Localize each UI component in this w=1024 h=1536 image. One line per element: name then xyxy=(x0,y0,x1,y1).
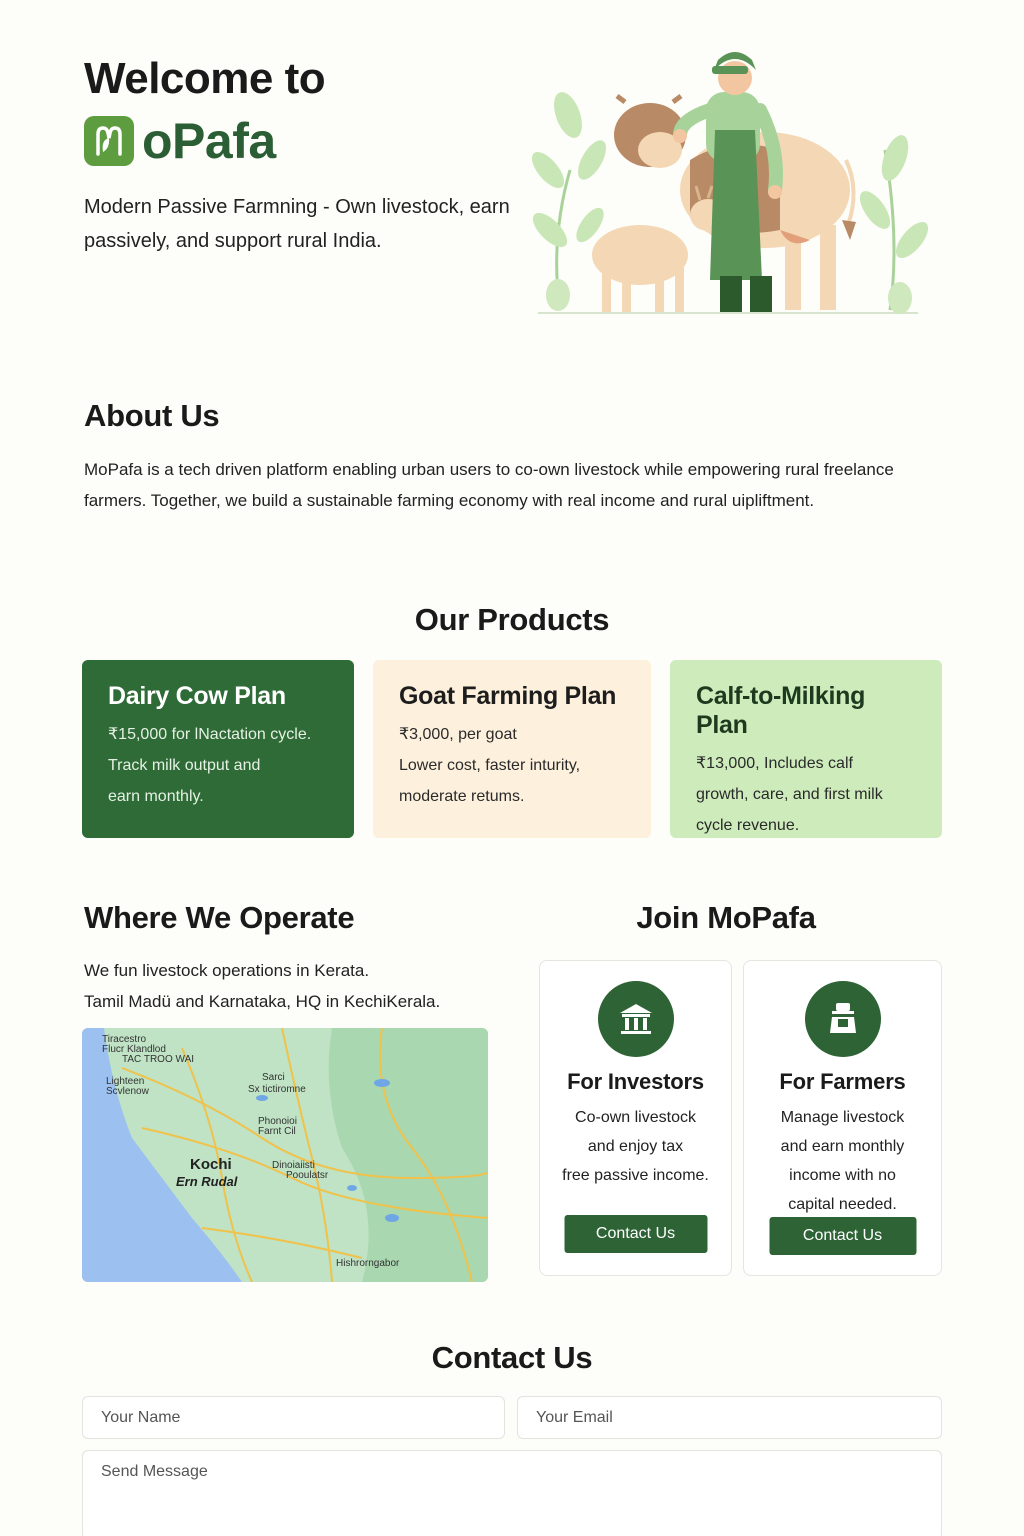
product-line: moderate retums. xyxy=(399,788,525,805)
product-card-calf-to-milking[interactable]: Calf-to-Milking Plan ₹13,000, Includes c… xyxy=(670,660,942,838)
name-input[interactable] xyxy=(82,1396,505,1439)
map-label: Sx tictiromne xyxy=(248,1084,306,1095)
operate-line: Tamil Madü and Karnataka, HQ in KechiKer… xyxy=(84,992,441,1011)
product-line: cycle revenue. xyxy=(696,817,800,834)
map-label: Sarci xyxy=(262,1072,285,1083)
product-line: Track milk output and xyxy=(108,757,261,774)
operate-heading: Where We Operate xyxy=(84,900,355,935)
investors-title: For Investors xyxy=(567,1069,704,1094)
message-textarea[interactable] xyxy=(82,1450,942,1536)
farmers-line: capital needed. xyxy=(788,1196,897,1213)
product-line: earn monthly. xyxy=(108,788,204,805)
product-card-dairy-cow[interactable]: Dairy Cow Plan ₹15,000 for lNactation cy… xyxy=(82,660,354,838)
map-graphic xyxy=(82,1028,488,1282)
map-label: Hishrorngabor xyxy=(336,1258,400,1269)
join-heading: Join MoPafa xyxy=(636,900,816,935)
operate-line: We fun livestock operations in Kerata. xyxy=(84,961,370,980)
product-line: growth, care, and first milk xyxy=(696,786,883,803)
farmers-card: For Farmers Manage livestock and earn mo… xyxy=(743,960,942,1276)
product-line: ₹3,000, per goat xyxy=(399,726,517,743)
map-label: Pooulatsr xyxy=(286,1170,329,1181)
operate-text: We fun livestock operations in Kerata. T… xyxy=(84,955,524,1017)
investors-line: free passive income. xyxy=(562,1167,709,1184)
brand-name: oPafa xyxy=(142,113,276,169)
farmer-icon xyxy=(804,981,881,1057)
investors-line: Co-own livestock xyxy=(575,1109,696,1126)
product-title: Goat Farming Plan xyxy=(399,682,617,710)
product-line: Lower cost, faster inturity, xyxy=(399,757,581,774)
investors-line: and enjoy tax xyxy=(587,1138,684,1155)
farmers-line: and earn monthly xyxy=(780,1138,905,1155)
about-text: MoPafa is a tech driven platform enablin… xyxy=(84,460,894,510)
investors-card: For Investors Co-own livestock and enjoy… xyxy=(539,960,732,1276)
product-line: ₹13,000, Includes calf xyxy=(696,755,853,772)
products-heading: Our Products xyxy=(414,602,610,637)
product-card-goat-farming[interactable]: Goat Farming Plan ₹3,000, per goat Lower… xyxy=(373,660,651,838)
farmers-line: Manage livestock xyxy=(780,1109,905,1126)
map-label: TAC TROO WAI xyxy=(122,1054,195,1065)
hero-subtitle: Modern Passive Farmning - Own livestock,… xyxy=(84,196,510,252)
hero-title: Welcome to xyxy=(84,54,326,103)
map-label: Scvlenow xyxy=(106,1086,149,1097)
farmers-line: income with no xyxy=(789,1167,896,1184)
about-heading: About Us xyxy=(84,398,220,433)
farmers-title: For Farmers xyxy=(779,1069,906,1094)
map-city-label: Kochi xyxy=(190,1156,232,1173)
brand-logo-icon xyxy=(84,116,134,166)
map-label: Farnt Cil xyxy=(258,1126,296,1137)
product-title: Calf-to-Milking Plan xyxy=(696,682,866,739)
contact-heading: Contact Us xyxy=(431,1340,593,1375)
map-city-sub-label: Ern Rudal xyxy=(176,1174,238,1189)
product-title: Dairy Cow Plan xyxy=(108,682,286,710)
farmer-livestock-illustration xyxy=(531,52,929,314)
product-line: ₹15,000 for lNactation cycle. xyxy=(108,726,312,743)
brand: oPafa xyxy=(84,112,276,170)
email-input[interactable] xyxy=(517,1396,942,1439)
bank-icon xyxy=(597,981,674,1057)
investors-contact-button[interactable]: Contact Us xyxy=(564,1215,707,1253)
farmers-contact-button[interactable]: Contact Us xyxy=(769,1217,916,1255)
operations-map[interactable]: Tiracestro Flucr Klandlod TAC TROO WAI L… xyxy=(82,1028,488,1282)
